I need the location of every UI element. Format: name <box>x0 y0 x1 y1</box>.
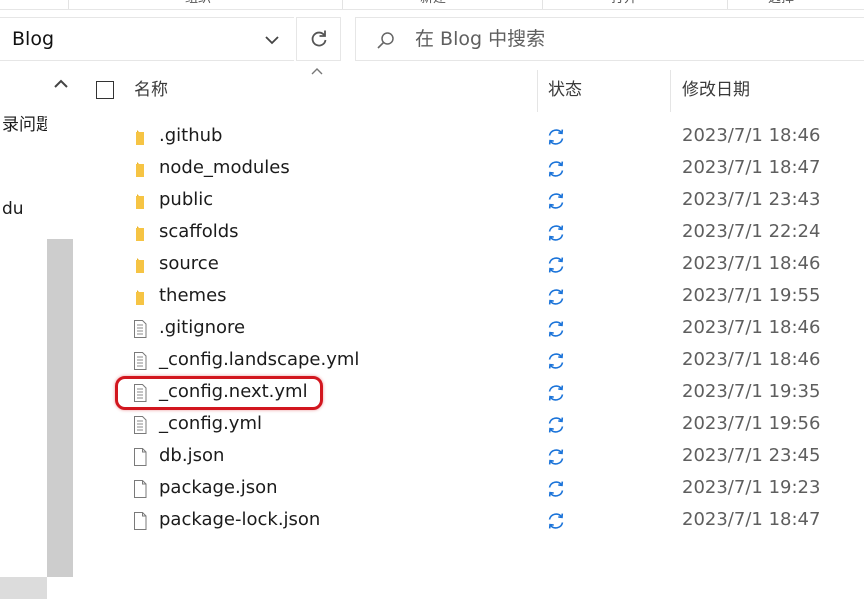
text-file-icon <box>130 383 150 403</box>
file-modified-date: 2023/7/1 18:46 <box>682 349 821 370</box>
sync-pending-icon <box>546 511 566 531</box>
file-row[interactable]: _config.landscape.yml 2023/7/1 18:46 <box>76 345 864 377</box>
file-row[interactable]: _config.next.yml 2023/7/1 19:35 <box>76 377 864 409</box>
folder-icon <box>130 191 150 211</box>
file-row[interactable]: scaffolds 2023/7/1 22:24 <box>76 217 864 249</box>
file-row[interactable]: .github 2023/7/1 18:46 <box>76 121 864 153</box>
column-divider[interactable] <box>670 70 671 112</box>
folder-icon <box>130 255 150 275</box>
file-name[interactable]: package.json <box>159 477 278 499</box>
nav-item-1[interactable]: 录问题 <box>2 114 53 136</box>
file-row[interactable]: db.json 2023/7/1 23:45 <box>76 441 864 473</box>
folder-icon <box>130 159 150 179</box>
address-path[interactable]: Blog <box>12 27 54 51</box>
refresh-button[interactable] <box>296 17 341 61</box>
folder-icon <box>130 223 150 243</box>
ribbon-separator <box>68 0 69 9</box>
ribbon-separator <box>542 0 543 9</box>
column-divider[interactable] <box>537 70 538 112</box>
folder-icon <box>130 127 150 147</box>
refresh-icon <box>311 30 327 47</box>
scroll-up-arrow-icon[interactable] <box>52 75 70 93</box>
search-icon <box>377 32 394 49</box>
file-name[interactable]: db.json <box>159 445 224 467</box>
ribbon-separator <box>342 0 343 9</box>
file-name[interactable]: _config.yml <box>159 413 262 435</box>
file-modified-date: 2023/7/1 18:46 <box>682 125 821 146</box>
file-modified-date: 2023/7/1 22:24 <box>682 221 821 242</box>
file-modified-date: 2023/7/1 19:56 <box>682 413 821 434</box>
sync-pending-icon <box>546 127 566 147</box>
sync-pending-icon <box>546 479 566 499</box>
file-name[interactable]: public <box>159 189 213 211</box>
text-file-icon <box>130 319 150 339</box>
search-box[interactable]: 在 Blog 中搜索 <box>355 17 864 61</box>
file-icon <box>130 447 150 467</box>
file-modified-date: 2023/7/1 18:47 <box>682 157 821 178</box>
column-header-status[interactable]: 状态 <box>548 79 582 101</box>
address-bar[interactable]: Blog <box>0 17 294 61</box>
file-name[interactable]: themes <box>159 285 227 307</box>
horizontal-scrollbar[interactable] <box>0 577 47 599</box>
sync-pending-icon <box>546 447 566 467</box>
ribbon-select[interactable]: 选择 <box>768 0 794 7</box>
file-modified-date: 2023/7/1 18:46 <box>682 317 821 338</box>
select-all-checkbox[interactable] <box>96 81 114 99</box>
file-name[interactable]: node_modules <box>159 157 290 179</box>
file-name[interactable]: _config.landscape.yml <box>159 349 359 371</box>
file-modified-date: 2023/7/1 23:43 <box>682 189 821 210</box>
sync-pending-icon <box>546 351 566 371</box>
file-row[interactable]: package-lock.json 2023/7/1 18:47 <box>76 505 864 537</box>
ribbon-toolbar: 组织 新建 打开 选择 <box>0 0 864 10</box>
file-modified-date: 2023/7/1 19:55 <box>682 285 821 306</box>
sync-pending-icon <box>546 383 566 403</box>
sync-pending-icon <box>546 287 566 307</box>
column-header-modified[interactable]: 修改日期 <box>682 79 750 101</box>
file-icon <box>130 479 150 499</box>
file-name[interactable]: .github <box>159 125 222 147</box>
search-placeholder: 在 Blog 中搜索 <box>415 28 546 50</box>
sync-pending-icon <box>546 191 566 211</box>
sync-pending-icon <box>546 319 566 339</box>
ribbon-organize[interactable]: 组织 <box>185 0 211 7</box>
file-row[interactable]: themes 2023/7/1 19:55 <box>76 281 864 313</box>
ribbon-open[interactable]: 打开 <box>611 0 637 7</box>
file-name[interactable]: source <box>159 253 219 275</box>
file-modified-date: 2023/7/1 19:23 <box>682 477 821 498</box>
file-name[interactable]: package-lock.json <box>159 509 320 531</box>
ribbon-new[interactable]: 新建 <box>420 0 446 7</box>
file-row[interactable]: package.json 2023/7/1 19:23 <box>76 473 864 505</box>
text-file-icon <box>130 415 150 435</box>
file-row[interactable]: node_modules 2023/7/1 18:47 <box>76 153 864 185</box>
file-name[interactable]: scaffolds <box>159 221 239 243</box>
file-name[interactable]: .gitignore <box>159 317 245 339</box>
sync-pending-icon <box>546 159 566 179</box>
file-row[interactable]: source 2023/7/1 18:46 <box>76 249 864 281</box>
file-row[interactable]: public 2023/7/1 23:43 <box>76 185 864 217</box>
column-header-name[interactable]: 名称 <box>134 79 168 101</box>
file-icon <box>130 511 150 531</box>
folder-icon <box>130 287 150 307</box>
nav-item-2[interactable]: du <box>2 198 24 220</box>
text-file-icon <box>130 351 150 371</box>
sort-ascending-icon <box>311 68 323 75</box>
sync-pending-icon <box>546 223 566 243</box>
file-modified-date: 2023/7/1 19:35 <box>682 381 821 402</box>
file-modified-date: 2023/7/1 18:47 <box>682 509 821 530</box>
sync-pending-icon <box>546 415 566 435</box>
sync-pending-icon <box>546 255 566 275</box>
nav-scrollbar-thumb[interactable] <box>47 239 73 577</box>
file-modified-date: 2023/7/1 23:45 <box>682 445 821 466</box>
chevron-down-icon[interactable] <box>262 30 282 50</box>
ribbon-separator <box>727 0 728 9</box>
file-row[interactable]: _config.yml 2023/7/1 19:56 <box>76 409 864 441</box>
file-row[interactable]: .gitignore 2023/7/1 18:46 <box>76 313 864 345</box>
file-name[interactable]: _config.next.yml <box>159 381 308 403</box>
file-modified-date: 2023/7/1 18:46 <box>682 253 821 274</box>
